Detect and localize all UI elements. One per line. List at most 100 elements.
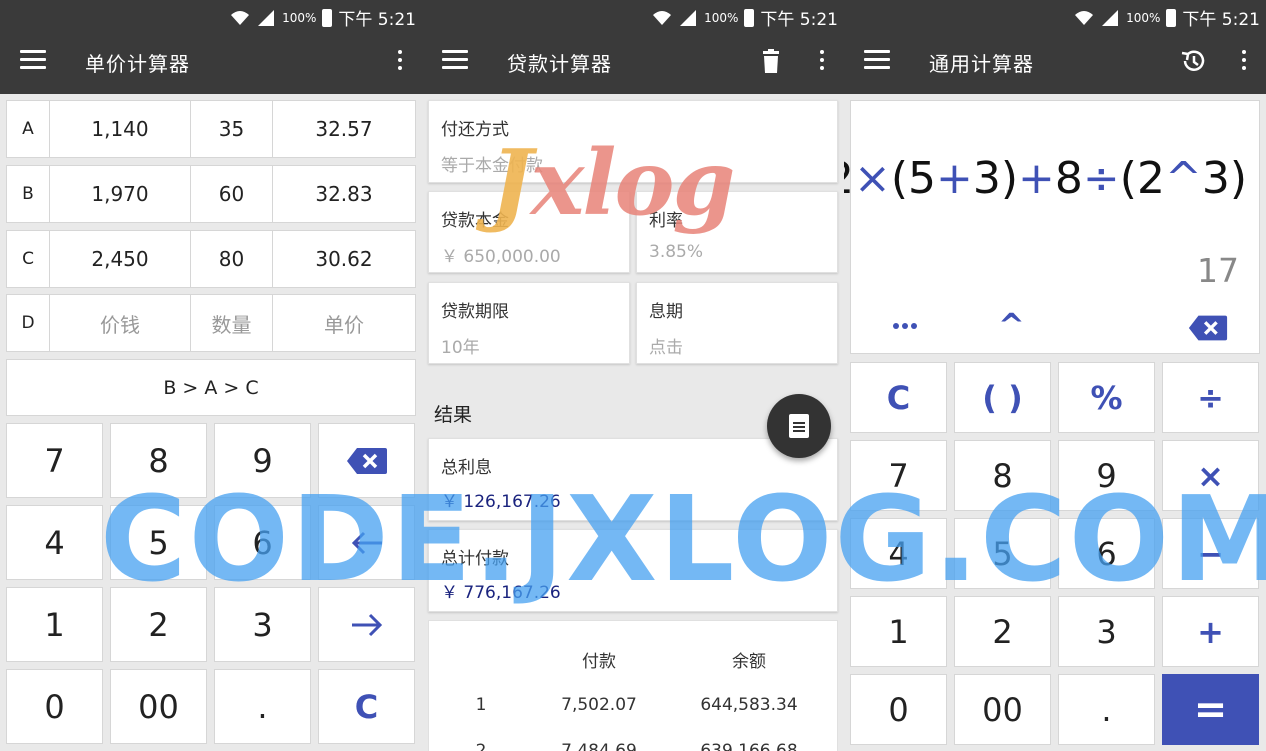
clock: 下午 5:21 bbox=[760, 10, 838, 30]
expression-operator: + bbox=[1018, 153, 1055, 204]
signal-icon bbox=[680, 9, 697, 26]
interest-rate-card[interactable]: 利率 3.85% bbox=[636, 191, 838, 273]
more-options-icon[interactable] bbox=[398, 50, 404, 72]
key-8[interactable]: 8 bbox=[110, 423, 207, 498]
more-functions-button[interactable] bbox=[893, 323, 917, 329]
key-1[interactable]: 1 bbox=[6, 587, 103, 662]
key-9[interactable]: 9 bbox=[214, 423, 311, 498]
total-interest-card: 总利息 ￥ 126,167.26 bbox=[428, 438, 838, 521]
item-row: C 2,450 80 30.62 bbox=[6, 230, 416, 288]
more-options-icon[interactable] bbox=[820, 50, 826, 72]
principal-label: 贷款本金 bbox=[441, 211, 509, 231]
total-interest-label: 总利息 bbox=[441, 458, 492, 478]
expression-operand: (2 bbox=[1119, 153, 1165, 204]
price-field[interactable]: 价钱 bbox=[50, 295, 191, 351]
loan-term-label: 贷款期限 bbox=[441, 302, 509, 322]
interest-period-label: 息期 bbox=[649, 302, 683, 322]
subtract-button[interactable]: − bbox=[1162, 518, 1259, 589]
battery-percent: 100% bbox=[1126, 10, 1161, 25]
key-0[interactable]: 0 bbox=[6, 669, 103, 744]
row-label: D bbox=[7, 295, 50, 351]
key-decimal[interactable]: . bbox=[214, 669, 311, 744]
principal-card[interactable]: 贷款本金 ￥ 650,000.00 bbox=[428, 191, 630, 273]
clock: 下午 5:21 bbox=[1182, 10, 1260, 30]
interest-period-value: 点击 bbox=[649, 338, 683, 358]
key-6[interactable]: 6 bbox=[214, 505, 311, 580]
divide-button[interactable]: ÷ bbox=[1162, 362, 1259, 433]
percent-button[interactable]: % bbox=[1058, 362, 1155, 433]
status-bar: 100% 下午 5:21 bbox=[0, 0, 422, 30]
expression-operand: (5 bbox=[890, 153, 936, 204]
expression-display[interactable]: 2×(5+3)+8÷(2^3) bbox=[844, 153, 1247, 204]
key-3[interactable]: 3 bbox=[1058, 596, 1155, 667]
add-button[interactable]: + bbox=[1162, 596, 1259, 667]
repayment-method-label: 付还方式 bbox=[441, 120, 509, 140]
price-field[interactable]: 1,140 bbox=[50, 101, 191, 157]
app-bar: 单价计算器 bbox=[0, 28, 422, 94]
page-title: 单价计算器 bbox=[85, 52, 190, 76]
key-2[interactable]: 2 bbox=[954, 596, 1051, 667]
wifi-icon bbox=[231, 10, 250, 25]
multiply-button[interactable]: × bbox=[1162, 440, 1259, 511]
key-6[interactable]: 6 bbox=[1058, 518, 1155, 589]
key-2[interactable]: 2 bbox=[110, 587, 207, 662]
loan-term-card[interactable]: 贷款期限 10年 bbox=[428, 282, 630, 364]
backspace-icon[interactable] bbox=[1187, 313, 1229, 343]
backspace-button[interactable] bbox=[318, 423, 415, 498]
price-field[interactable]: 1,970 bbox=[50, 166, 191, 222]
cursor-left-button[interactable] bbox=[318, 505, 415, 580]
menu-icon[interactable] bbox=[864, 50, 890, 70]
page-title: 通用计算器 bbox=[929, 52, 1034, 76]
power-button[interactable]: ^ bbox=[998, 306, 1025, 344]
table-cell: 2 bbox=[475, 741, 487, 751]
table-cell: 1 bbox=[475, 695, 487, 715]
key-9[interactable]: 9 bbox=[1058, 440, 1155, 511]
key-7[interactable]: 7 bbox=[850, 440, 947, 511]
status-bar: 100% 下午 5:21 bbox=[422, 0, 844, 30]
unit-price-value: 单价 bbox=[324, 312, 364, 337]
key-3[interactable]: 3 bbox=[214, 587, 311, 662]
table-cell: 644,583.34 bbox=[700, 695, 798, 715]
interest-period-card[interactable]: 息期 点击 bbox=[636, 282, 838, 364]
key-8[interactable]: 8 bbox=[954, 440, 1051, 511]
quantity-field[interactable]: 80 bbox=[191, 231, 273, 287]
parentheses-button[interactable]: ( ) bbox=[954, 362, 1051, 433]
copy-results-button[interactable] bbox=[767, 394, 831, 458]
more-options-icon[interactable] bbox=[1242, 50, 1248, 72]
key-4[interactable]: 4 bbox=[6, 505, 103, 580]
key-0[interactable]: 0 bbox=[850, 674, 947, 745]
general-calculator-panel: 100% 下午 5:21 通用计算器 2×(5+3)+8÷(2^3) 17 ^ … bbox=[844, 0, 1266, 751]
table-cell: 7,502.07 bbox=[561, 695, 637, 715]
repayment-method-card[interactable]: 付还方式 等于本金付款 bbox=[428, 100, 838, 183]
quantity-field[interactable]: 60 bbox=[191, 166, 273, 222]
app-bar: 贷款计算器 bbox=[422, 28, 844, 94]
key-5[interactable]: 5 bbox=[954, 518, 1051, 589]
clear-button[interactable]: C bbox=[850, 362, 947, 433]
menu-icon[interactable] bbox=[20, 50, 46, 70]
page-title: 贷款计算器 bbox=[507, 52, 612, 76]
quantity-field[interactable]: 数量 bbox=[191, 295, 273, 351]
table-header-payment: 付款 bbox=[582, 652, 616, 672]
cursor-right-button[interactable] bbox=[318, 587, 415, 662]
history-icon[interactable] bbox=[1180, 48, 1206, 74]
arrow-right-icon bbox=[351, 613, 382, 636]
table-cell: 639,166.68 bbox=[700, 741, 798, 751]
key-decimal[interactable]: . bbox=[1058, 674, 1155, 745]
app-bar: 通用计算器 bbox=[844, 28, 1266, 94]
key-00[interactable]: 00 bbox=[110, 669, 207, 744]
clear-button[interactable]: C bbox=[318, 669, 415, 744]
key-4[interactable]: 4 bbox=[850, 518, 947, 589]
quantity-field[interactable]: 35 bbox=[191, 101, 273, 157]
equals-button[interactable]: = bbox=[1162, 674, 1259, 745]
expression-operand: 8 bbox=[1054, 153, 1083, 204]
key-00[interactable]: 00 bbox=[954, 674, 1051, 745]
key-1[interactable]: 1 bbox=[850, 596, 947, 667]
principal-value: ￥ 650,000.00 bbox=[441, 247, 561, 267]
delete-icon[interactable] bbox=[758, 48, 784, 74]
key-5[interactable]: 5 bbox=[110, 505, 207, 580]
price-field[interactable]: 2,450 bbox=[50, 231, 191, 287]
table-cell: 7,484.69 bbox=[561, 741, 637, 751]
amortization-table: 付款 余额 1 7,502.07 644,583.34 2 7,484.69 6… bbox=[428, 620, 838, 751]
key-7[interactable]: 7 bbox=[6, 423, 103, 498]
menu-icon[interactable] bbox=[442, 50, 468, 70]
